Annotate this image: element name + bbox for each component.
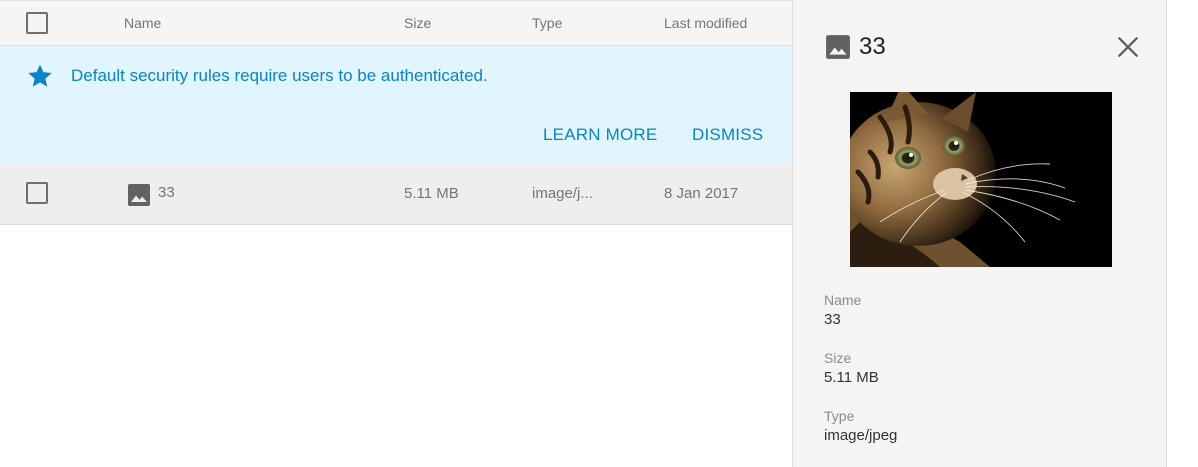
table-row[interactable]: 33 5.11 MB image/j... 8 Jan 2017: [0, 163, 792, 225]
name-value: 33: [824, 311, 841, 328]
file-last-modified: 8 Jan 2017: [664, 185, 739, 202]
column-header-size[interactable]: Size: [404, 15, 431, 31]
table-header: Name Size Type Last modified: [0, 0, 792, 46]
size-value: 5.11 MB: [824, 369, 879, 386]
name-label: Name: [824, 292, 862, 308]
select-all-checkbox[interactable]: [26, 12, 48, 34]
image-preview[interactable]: [850, 92, 1112, 267]
file-list-panel: Name Size Type Last modified Default sec…: [0, 0, 792, 467]
details-title: 33: [859, 33, 886, 60]
type-value: image/jpeg: [824, 427, 898, 444]
close-icon[interactable]: [1115, 34, 1141, 60]
column-header-last-modified[interactable]: Last modified: [664, 15, 747, 31]
column-header-name[interactable]: Name: [124, 15, 161, 31]
dismiss-button[interactable]: DISMISS: [692, 125, 763, 145]
file-details-panel: 33 Name 33 Size 5.11 MB Type image/jpeg: [792, 0, 1167, 467]
image-icon: [128, 184, 150, 206]
kitten-photo: [850, 92, 1112, 267]
security-rules-banner: Default security rules require users to …: [0, 46, 792, 163]
file-type: image/j...: [532, 185, 593, 202]
row-checkbox[interactable]: [26, 182, 48, 204]
learn-more-button[interactable]: LEARN MORE: [543, 125, 657, 145]
banner-message: Default security rules require users to …: [71, 66, 488, 85]
column-header-type[interactable]: Type: [532, 15, 562, 31]
file-size: 5.11 MB: [404, 185, 459, 202]
type-label: Type: [824, 408, 855, 424]
file-name[interactable]: 33: [158, 184, 175, 201]
star-icon: [28, 64, 52, 87]
image-icon: [826, 35, 850, 59]
size-label: Size: [824, 350, 852, 366]
